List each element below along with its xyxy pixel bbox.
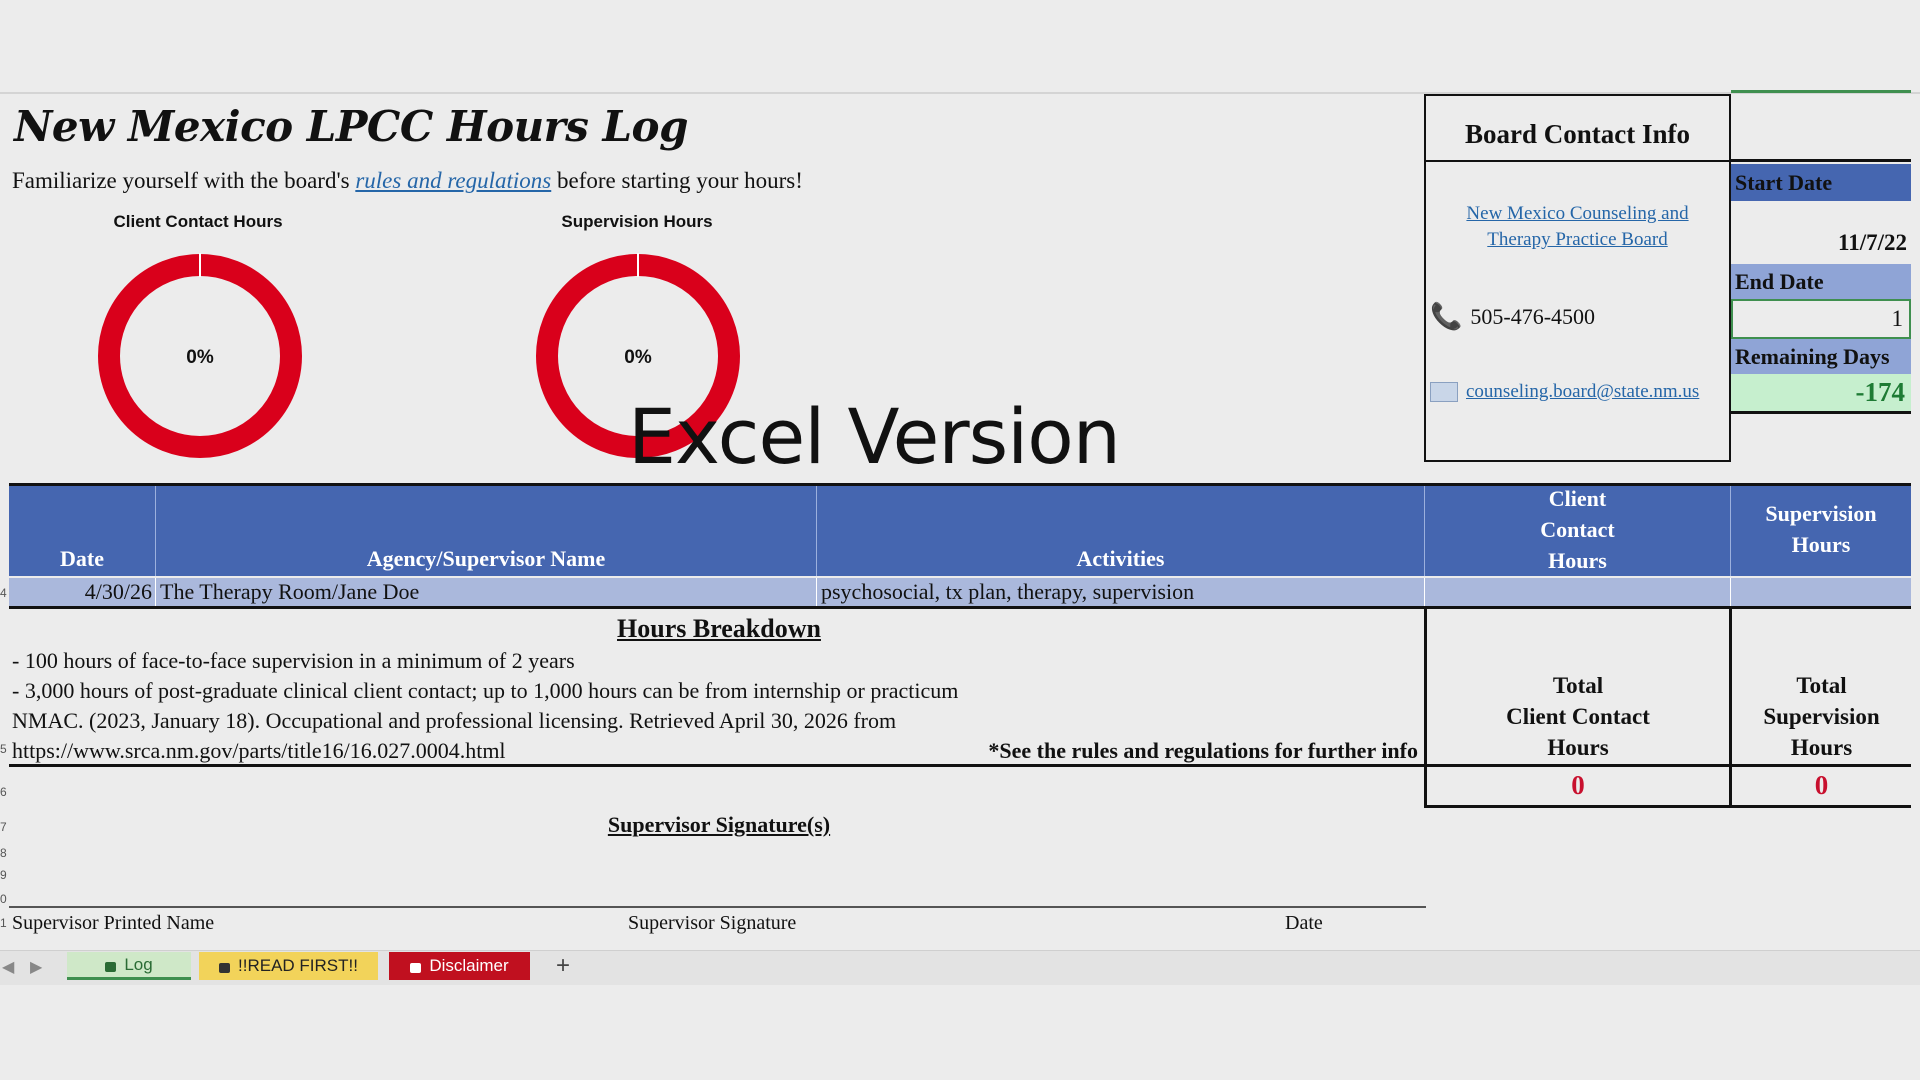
phone-number: 505-476-4500 [1470, 304, 1596, 329]
totals-value-top-border [1424, 764, 1911, 767]
row-number: 5 [0, 742, 7, 756]
end-date-label: End Date [1731, 264, 1911, 299]
row-activities-cell[interactable]: psychosocial, tx plan, therapy, supervis… [817, 578, 1425, 606]
row-agency-cell[interactable]: The Therapy Room/Jane Doe [156, 578, 817, 606]
phone-icon: 📞 [1430, 302, 1463, 331]
header-client-line-1: Client [1548, 485, 1607, 511]
board-website-link[interactable]: New Mexico Counseling and Therapy Practi… [1424, 201, 1731, 253]
subtitle-after: before starting your hours! [551, 168, 803, 193]
row-bottom-border [9, 606, 1911, 609]
remaining-days-label: Remaining Days [1731, 339, 1911, 374]
signature-line [9, 906, 1426, 908]
breakdown-note: *See the rules and regulations for furth… [988, 738, 1418, 763]
end-date-input[interactable]: 1 [1731, 299, 1911, 339]
totals-bottom-border [1424, 805, 1911, 808]
lock-icon [105, 961, 117, 972]
row-number: 4 [0, 586, 7, 600]
tab-log[interactable]: Log [67, 952, 191, 980]
breakdown-line-1: - 100 hours of face-to-face supervision … [12, 648, 575, 673]
header-supervision-hours: Supervision Hours [1731, 486, 1911, 576]
subtitle-before: Familiarize yourself with the board's [12, 168, 356, 193]
row-supervision-hours-cell[interactable] [1731, 578, 1911, 606]
remaining-days-value: -174 [1731, 374, 1911, 414]
board-contact-heading: Board Contact Info [1464, 119, 1690, 149]
tab-log-label: Log [124, 954, 153, 974]
tab-disclaimer[interactable]: Disclaimer [389, 952, 530, 980]
total-client-line-1: Total [1552, 673, 1604, 698]
row-number: 6 [0, 785, 7, 799]
header-client-line-3: Hours [1548, 547, 1607, 573]
breakdown-url: https://www.srca.nm.gov/parts/title16/16… [12, 738, 506, 763]
lock-icon [410, 963, 422, 973]
selected-cell-border [1731, 90, 1911, 93]
scroll-tabs-left-icon[interactable]: ◀ [2, 957, 14, 976]
breakdown-line-3: NMAC. (2023, January 18). Occupational a… [12, 708, 897, 733]
breakdown-line-2: - 3,000 hours of post-graduate clinical … [12, 678, 959, 703]
supervision-chart-title: Supervision Hours [561, 212, 713, 231]
rules-link[interactable]: rules and regulations [355, 168, 551, 193]
total-sup-line-2: Supervision [1763, 704, 1880, 729]
total-supervision-label: Total Supervision Hours [1732, 670, 1911, 763]
tab-read-first-label: !!READ FIRST!! [238, 956, 358, 975]
board-link-line-1[interactable]: New Mexico Counseling and [1424, 201, 1731, 227]
row-number: 9 [0, 868, 7, 882]
row-number: 1 [0, 916, 7, 930]
header-client-line-2: Contact [1540, 516, 1615, 542]
start-date-label: Start Date [1731, 164, 1911, 201]
page-title: New Mexico LPCC Hours Log [14, 102, 688, 151]
header-sup-line-1: Supervision [1765, 501, 1877, 526]
date-panel-blank [1731, 94, 1911, 162]
row-number: 8 [0, 846, 7, 860]
board-phone: 📞 505-476-4500 [1430, 304, 1595, 330]
breakdown-bottom-border [9, 764, 1426, 767]
add-sheet-button[interactable]: + [545, 952, 581, 980]
subtitle: Familiarize yourself with the board's ru… [12, 168, 803, 194]
tab-read-first[interactable]: !!READ FIRST!! [199, 952, 378, 980]
row-date-cell[interactable]: 4/30/26 [9, 578, 156, 606]
header-agency: Agency/Supervisor Name [156, 486, 817, 576]
scroll-tabs-right-icon[interactable]: ▶ [30, 957, 42, 976]
email-link[interactable]: counseling.board@state.nm.us [1466, 381, 1699, 403]
total-sup-line-1: Total [1796, 673, 1847, 698]
client-donut-value: 0% [186, 347, 214, 368]
total-client-line-2: Client Contact [1506, 704, 1650, 729]
header-sup-line-2: Hours [1791, 532, 1851, 557]
board-link-line-2[interactable]: Therapy Practice Board [1424, 227, 1731, 253]
total-supervision-hours-value: 0 [1814, 770, 1829, 800]
supervisor-signature-heading: Supervisor Signature(s) [607, 812, 831, 837]
total-client-hours-value: 0 [1571, 770, 1585, 800]
board-heading-divider [1424, 160, 1731, 162]
header-client-contact-hours: Client Contact Hours [1425, 486, 1731, 576]
email-icon [1430, 382, 1458, 402]
lock-icon [219, 963, 231, 973]
tab-disclaimer-label: Disclaimer [429, 956, 509, 975]
board-email[interactable]: counseling.board@state.nm.us [1430, 381, 1699, 403]
excel-version-watermark: Excel Version [628, 392, 1121, 481]
client-donut-chart: 0% [98, 253, 302, 458]
row-number: 0 [0, 892, 7, 906]
start-date-value[interactable]: 11/7/22 [1731, 201, 1911, 260]
row-client-hours-cell[interactable] [1425, 578, 1731, 606]
total-sup-line-3: Hours [1790, 735, 1853, 760]
supervisor-printed-name-label: Supervisor Printed Name [12, 912, 215, 934]
header-activities: Activities [817, 486, 1425, 576]
supervisor-signature-label: Supervisor Signature [628, 912, 797, 934]
signature-date-label: Date [1285, 912, 1323, 934]
header-date: Date [9, 486, 156, 576]
hours-breakdown-heading: Hours Breakdown [617, 614, 821, 643]
client-chart-title: Client Contact Hours [113, 212, 283, 231]
row-number: 7 [0, 820, 7, 834]
total-client-line-3: Hours [1547, 735, 1609, 760]
total-client-contact-label: Total Client Contact Hours [1427, 670, 1729, 763]
supervision-donut-value: 0% [624, 347, 652, 368]
